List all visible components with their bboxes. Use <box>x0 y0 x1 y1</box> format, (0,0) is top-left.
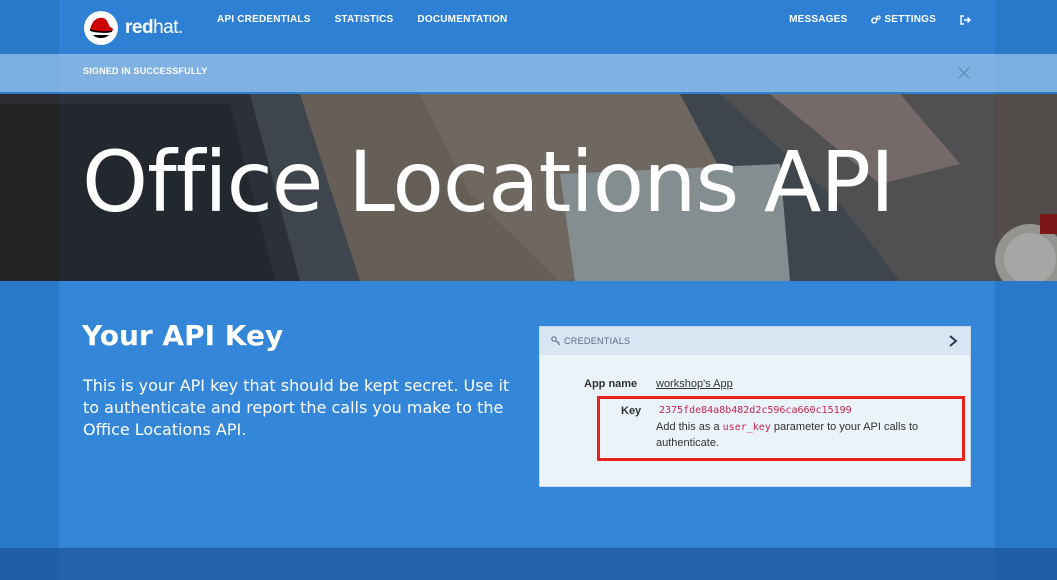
sign-out-icon <box>960 14 971 25</box>
nav-documentation[interactable]: DOCUMENTATION <box>417 14 507 25</box>
credentials-panel-header[interactable]: CREDENTIALS <box>540 327 970 355</box>
gears-icon <box>871 15 882 24</box>
app-name-link[interactable]: workshop's App <box>656 378 733 390</box>
redhat-hat-icon <box>84 11 118 45</box>
nav-settings[interactable]: SETTINGS <box>871 14 936 25</box>
sign-out-button[interactable] <box>960 14 971 25</box>
footer-strip <box>0 548 1057 580</box>
footer-strip-inner <box>59 548 995 580</box>
nav-messages[interactable]: MESSAGES <box>789 14 847 25</box>
nav-api-credentials[interactable]: API CREDENTIALS <box>217 14 311 25</box>
redhat-wordmark: redhat. <box>125 17 183 38</box>
section-title: Your API Key <box>82 319 284 352</box>
close-icon[interactable] <box>956 65 972 81</box>
alert-message: SIGNED IN SUCCESSFULLY <box>83 66 208 76</box>
nav-settings-label: SETTINGS <box>884 14 936 25</box>
primary-nav: API CREDENTIALS STATISTICS DOCUMENTATION <box>217 14 507 25</box>
secondary-nav: MESSAGES SETTINGS <box>789 14 971 25</box>
credentials-header-label: CREDENTIALS <box>564 336 631 346</box>
redhat-logo[interactable]: redhat. <box>83 10 183 46</box>
key-highlight-box <box>597 396 965 461</box>
page-title: Office Locations API <box>82 133 895 231</box>
chevron-right-icon[interactable] <box>948 335 958 347</box>
key-icon <box>551 336 561 346</box>
top-navigation: redhat. API CREDENTIALS STATISTICS DOCUM… <box>59 0 995 54</box>
section-description: This is your API key that should be kept… <box>83 376 510 439</box>
app-name-label: App name <box>584 378 638 390</box>
nav-statistics[interactable]: STATISTICS <box>335 14 394 25</box>
